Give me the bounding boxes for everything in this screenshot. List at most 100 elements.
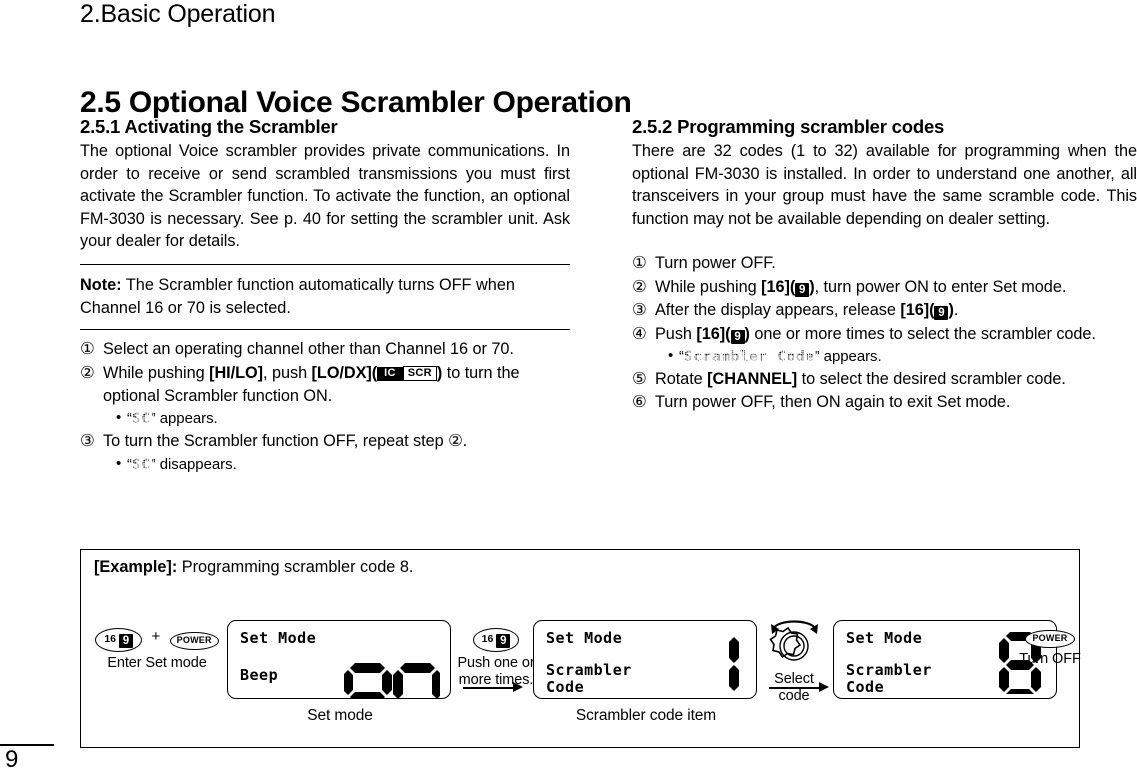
list-item: ③ After the display appears, release [16…	[632, 299, 1137, 322]
step-number: ③	[80, 432, 95, 451]
lcd-panel-set-mode: Set Mode Beep Set mode	[227, 620, 451, 724]
key-16-label: 16	[481, 633, 494, 645]
lcd-value-on	[344, 654, 440, 698]
lcd-text-scrambler-code: Scrambler Code	[683, 349, 815, 365]
bullet-dot-icon: •	[668, 347, 674, 364]
key-16-label: 16	[104, 633, 116, 645]
step-number: ③	[632, 301, 647, 320]
list-item: ③ To turn the Scrambler function OFF, re…	[80, 430, 570, 475]
right-column: 2.5.2 Programming scrambler codes There …	[632, 116, 1137, 415]
step-number: ⑥	[632, 393, 647, 412]
lcd-line-code: Code	[846, 678, 885, 696]
power-button[interactable]: POWER	[1025, 630, 1075, 648]
nine-badge-icon: 9	[119, 634, 133, 648]
left-intro-paragraph: The optional Voice scrambler provides pr…	[80, 142, 570, 251]
step-text-part: While pushing	[655, 277, 762, 296]
key-label-hi-lo: [HI/LO]	[209, 363, 264, 382]
step-text-part: .	[953, 301, 959, 320]
key-label-lo-dx: [LO/DX]	[311, 363, 372, 382]
lcd-line-scrambler: Scrambler	[846, 661, 932, 679]
step-bullet: • “SC” disappears.	[103, 454, 570, 476]
lcd-panel-1-caption: Set mode	[307, 707, 373, 724]
flow-arrow-2-line	[769, 687, 821, 689]
push-more-times-cluster: 16 9 Push one or more times.	[455, 628, 537, 689]
key-label-16: [16]	[696, 324, 726, 343]
rotary-knob-icon	[769, 620, 818, 661]
flow-arrow-2-head	[819, 682, 829, 692]
key-16-9-button[interactable]: 16 9	[95, 628, 142, 652]
lcd-line-beep: Beep	[240, 666, 279, 684]
step-text-part: To turn the Scrambler function OFF, repe…	[103, 432, 449, 451]
list-item: ④ Push [16](9) one or more times to sele…	[632, 323, 1137, 368]
step-number: ④	[632, 324, 647, 343]
nine-badge-icon: 9	[496, 634, 511, 648]
lcd-line-set-mode: Set Mode	[846, 629, 923, 647]
left-step-list: ① Select an operating channel other than…	[80, 338, 570, 476]
example-title: [Example]: Programming scrambler code 8.	[94, 558, 413, 577]
lcd-value-1	[716, 632, 742, 694]
plus-sign-icon: +	[151, 628, 161, 645]
key-label-channel: [CHANNEL]	[707, 370, 798, 388]
step-text: Turn power OFF.	[655, 254, 776, 273]
lcd-line-set-mode: Set Mode	[240, 629, 317, 647]
step-text: Turn power OFF, then ON again to exit Se…	[655, 393, 1011, 412]
nine-badge-icon: 9	[795, 282, 810, 297]
step-text: Select an operating channel other than C…	[103, 340, 514, 359]
figure-stage: 16 9 + POWER Enter Set mode Set Mode Beep	[81, 602, 1081, 749]
key-16-9-button[interactable]: 16 9	[472, 628, 520, 652]
list-item: ⑥ Turn power OFF, then ON again to exit …	[632, 391, 1137, 414]
step-text-part: While pushing	[103, 363, 210, 382]
lcd-panel-2-caption: Scrambler code item	[575, 707, 717, 724]
page-title: 2.5 Optional Voice Scrambler Operation	[80, 86, 632, 120]
turn-off-cluster: POWER Turn OFF	[1019, 628, 1081, 668]
lcd-panel-scrambler-code-item: Set Mode Scrambler Code Scrambler code i…	[533, 620, 757, 724]
list-item: ② While pushing [HI/LO], push [LO/DX](IC…	[80, 362, 570, 431]
divider-rule-2	[80, 329, 570, 331]
push-caption-line-1: Push one or	[457, 655, 535, 671]
lcd-text-sc: SC	[131, 411, 151, 428]
right-subheading: 2.5.2 Programming scrambler codes	[632, 116, 945, 137]
step-text-part: After the display appears, release	[655, 301, 901, 320]
enter-set-mode-cluster: 16 9 + POWER Enter Set mode	[93, 628, 221, 672]
push-caption-line-2: more times.	[458, 672, 534, 688]
lcd-text-sc: SC	[131, 456, 151, 473]
list-item: ① Turn power OFF.	[632, 252, 1137, 275]
paren-open: (	[725, 324, 731, 343]
list-item: ② While pushing [16](9), turn power ON t…	[632, 276, 1137, 299]
step-bullet: • “Scrambler Code” appears.	[655, 346, 1137, 368]
running-head: 2.Basic Operation	[80, 0, 276, 28]
note-label: Note:	[80, 275, 122, 294]
bullet-tail: disappears.	[155, 455, 237, 473]
example-label: [Example]:	[94, 558, 178, 576]
right-intro-paragraph: There are 32 codes (1 to 32) available f…	[632, 142, 1137, 228]
bullet-tail: appears.	[819, 348, 882, 365]
left-column: 2.5.1 Activating the Scrambler The optio…	[80, 116, 570, 476]
note-block: Note: The Scrambler function automatical…	[80, 274, 570, 319]
step-number: ⑤	[632, 370, 647, 388]
bullet-tail: appears.	[155, 410, 218, 428]
step-text-part: .	[462, 432, 468, 451]
example-figure-box: [Example]: Programming scrambler code 8.…	[80, 549, 1081, 749]
step-text-part: Rotate	[655, 370, 708, 388]
list-item: ① Select an operating channel other than…	[80, 338, 570, 361]
step-text-part: , push	[263, 363, 312, 382]
lcd-line-code: Code	[546, 678, 585, 696]
lcd-line-scrambler: Scrambler	[546, 661, 632, 679]
key-label-16: [16]	[761, 277, 790, 296]
step-number: ②	[632, 277, 647, 296]
note-text: The Scrambler function automatically tur…	[80, 275, 515, 317]
divider-rule-1	[80, 263, 570, 265]
nine-badge-icon: 9	[730, 329, 745, 344]
page-number: 9	[5, 746, 19, 773]
step-text-part: one or more times to select the scramble…	[749, 324, 1096, 343]
lcd-line-set-mode: Set Mode	[546, 629, 623, 647]
step-text-part: to select the desired scrambler code.	[797, 370, 1066, 388]
example-title-text: Programming scrambler code 8.	[177, 558, 414, 576]
step-number: ①	[80, 340, 95, 359]
ic-badge-icon: IC	[377, 366, 403, 381]
power-button[interactable]: POWER	[169, 632, 219, 650]
step-text-part: , turn power ON to enter Set mode.	[814, 277, 1067, 296]
right-step-list: ① Turn power OFF. ② While pushing [16](9…	[632, 252, 1137, 414]
step-number: ①	[632, 254, 647, 273]
step-number: ②	[80, 363, 95, 382]
